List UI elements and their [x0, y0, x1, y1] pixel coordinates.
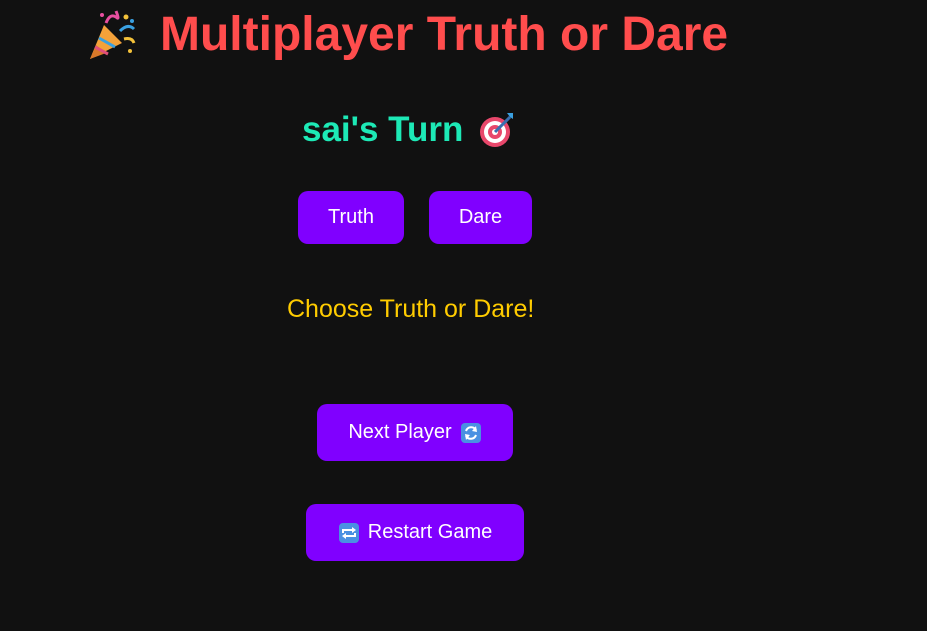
page-title-text: Multiplayer Truth or Dare — [160, 8, 729, 61]
next-player-button[interactable]: Next Player — [317, 404, 513, 461]
next-player-label: Next Player — [348, 421, 452, 443]
current-turn-text: sai's Turn — [302, 110, 464, 149]
restart-game-button[interactable]: Restart Game — [306, 504, 524, 561]
counterclockwise-arrows-icon — [460, 422, 482, 444]
party-popper-icon — [86, 9, 138, 61]
repeat-icon — [338, 522, 360, 544]
truth-button[interactable]: Truth — [298, 191, 404, 244]
direct-hit-target-icon — [477, 111, 515, 149]
restart-game-label: Restart Game — [367, 521, 493, 543]
current-turn-heading: sai's Turn — [302, 108, 515, 152]
dare-button[interactable]: Dare — [429, 191, 532, 244]
prompt-text: Choose Truth or Dare! — [287, 295, 535, 323]
game-page: Multiplayer Truth or Dare sai's Turn Tru… — [0, 0, 927, 631]
page-title: Multiplayer Truth or Dare — [86, 8, 728, 62]
